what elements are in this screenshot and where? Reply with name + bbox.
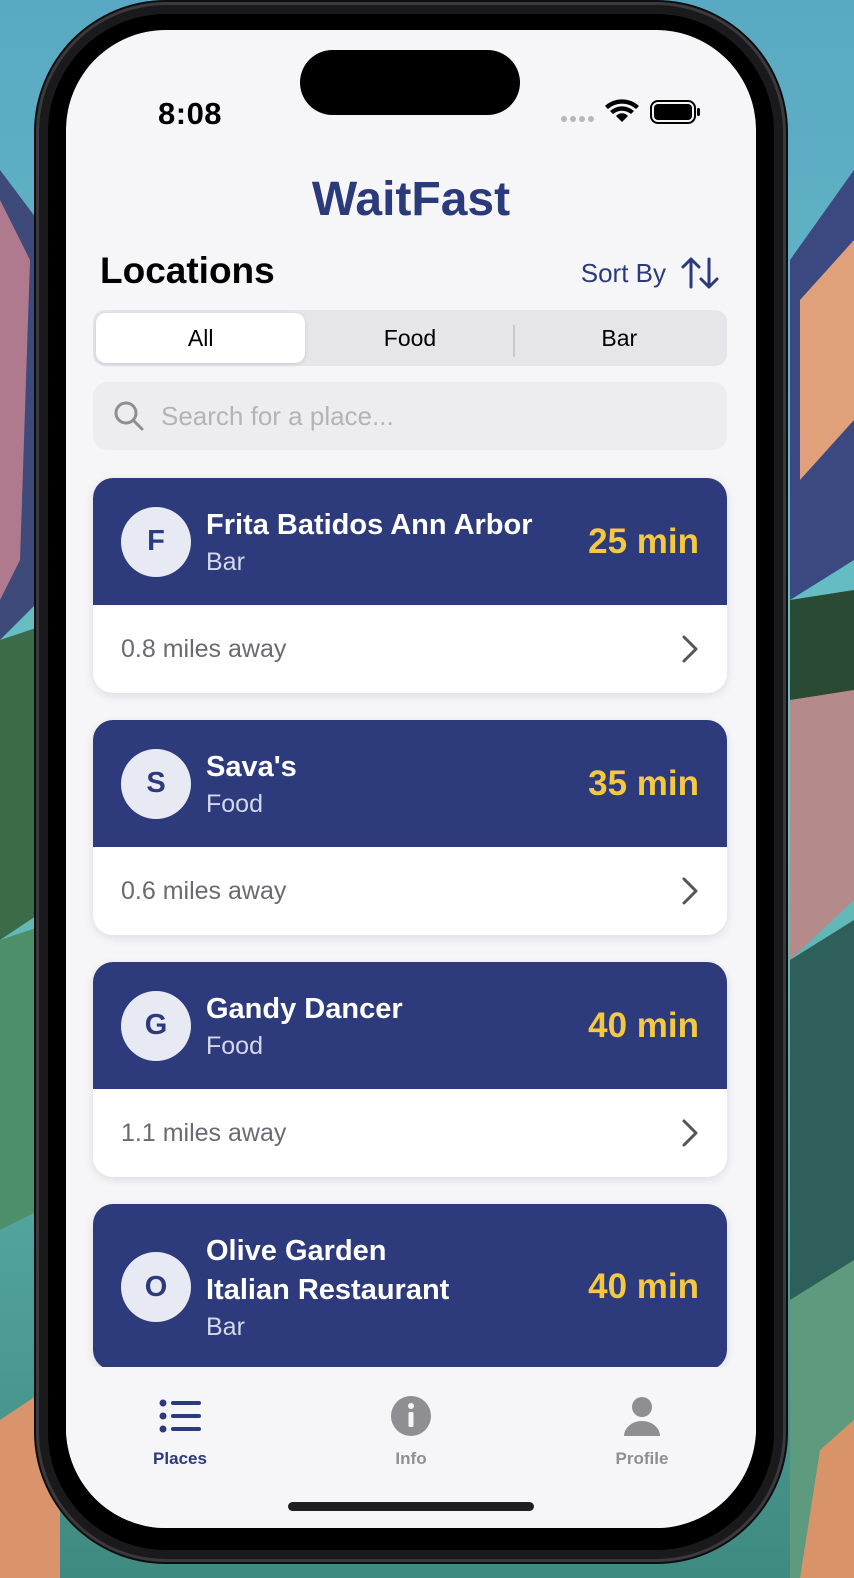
person-icon bbox=[624, 1397, 660, 1436]
location-category: Food bbox=[206, 790, 263, 818]
sort-arrows-icon bbox=[681, 257, 719, 289]
avatar: S bbox=[121, 748, 191, 819]
filter-bar[interactable]: Bar bbox=[515, 313, 724, 363]
status-icons bbox=[560, 98, 710, 128]
location-card[interactable]: F Frita Batidos Ann Arbor Bar 25 min 0.8… bbox=[93, 478, 727, 693]
chevron-right-icon bbox=[681, 634, 699, 664]
search-input[interactable] bbox=[161, 400, 681, 432]
tab-label: Profile bbox=[615, 1449, 669, 1468]
card-footer: 0.6 miles away bbox=[93, 847, 727, 935]
home-indicator bbox=[288, 1502, 534, 1511]
tab-profile[interactable]: Profile bbox=[598, 1367, 686, 1528]
card-header: O Olive Garden Italian Restaurant Bar 40… bbox=[93, 1204, 727, 1370]
avatar: F bbox=[121, 506, 191, 577]
location-card[interactable]: G Gandy Dancer Food 40 min 1.1 miles awa… bbox=[93, 962, 727, 1177]
sort-button[interactable]: Sort By bbox=[581, 256, 720, 290]
tab-label: Places bbox=[153, 1449, 207, 1468]
app-title: WaitFast bbox=[311, 173, 511, 226]
location-name: Sava's bbox=[206, 751, 297, 783]
location-name: Frita Batidos Ann Arbor bbox=[206, 509, 533, 541]
chevron-right-icon bbox=[681, 1118, 699, 1148]
location-distance: 1.1 miles away bbox=[121, 1118, 287, 1147]
location-category: Bar bbox=[206, 1313, 245, 1341]
wifi-icon bbox=[605, 99, 639, 122]
card-header: S Sava's Food 35 min bbox=[93, 720, 727, 847]
location-list: F Frita Batidos Ann Arbor Bar 25 min 0.8… bbox=[93, 478, 727, 1397]
card-header: G Gandy Dancer Food 40 min bbox=[93, 962, 727, 1089]
location-name: Olive Garden Italian Restaurant bbox=[206, 1235, 450, 1306]
search-bar[interactable] bbox=[93, 382, 727, 450]
dynamic-island bbox=[300, 50, 520, 115]
cellular-dots-icon bbox=[561, 116, 594, 122]
filter-food[interactable]: Food bbox=[305, 313, 515, 363]
chevron-right-icon bbox=[681, 876, 699, 906]
location-card[interactable]: O Olive Garden Italian Restaurant Bar 40… bbox=[93, 1204, 727, 1370]
section-title: Locations bbox=[100, 250, 275, 291]
filter-all[interactable]: All bbox=[96, 313, 306, 363]
location-distance: 0.6 miles away bbox=[121, 876, 287, 905]
location-category: Food bbox=[206, 1032, 263, 1060]
tab-label: Info bbox=[395, 1449, 427, 1468]
wait-time: 25 min bbox=[588, 521, 699, 561]
wait-time: 35 min bbox=[588, 763, 699, 803]
card-header: F Frita Batidos Ann Arbor Bar 25 min bbox=[93, 478, 727, 605]
search-icon bbox=[114, 401, 144, 431]
wait-time: 40 min bbox=[588, 1005, 699, 1045]
tab-places[interactable]: Places bbox=[136, 1367, 224, 1528]
app-screen: 8:08 WaitFast Locations Sort By All Food… bbox=[66, 30, 756, 1528]
info-icon bbox=[391, 1396, 431, 1436]
location-card[interactable]: S Sava's Food 35 min 0.6 miles away bbox=[93, 720, 727, 935]
card-footer: 0.8 miles away bbox=[93, 605, 727, 693]
avatar: O bbox=[121, 1252, 191, 1322]
status-time: 8:08 bbox=[158, 96, 223, 131]
sort-label: Sort By bbox=[580, 257, 666, 288]
wait-time: 40 min bbox=[588, 1267, 699, 1306]
location-distance: 0.8 miles away bbox=[121, 634, 287, 663]
list-icon bbox=[159, 1399, 201, 1433]
category-filter: All Food Bar bbox=[93, 310, 727, 366]
battery-icon bbox=[650, 100, 700, 124]
card-footer: 1.1 miles away bbox=[93, 1089, 727, 1177]
location-category: Bar bbox=[206, 548, 245, 576]
avatar: G bbox=[121, 990, 191, 1061]
location-name: Gandy Dancer bbox=[206, 993, 403, 1025]
